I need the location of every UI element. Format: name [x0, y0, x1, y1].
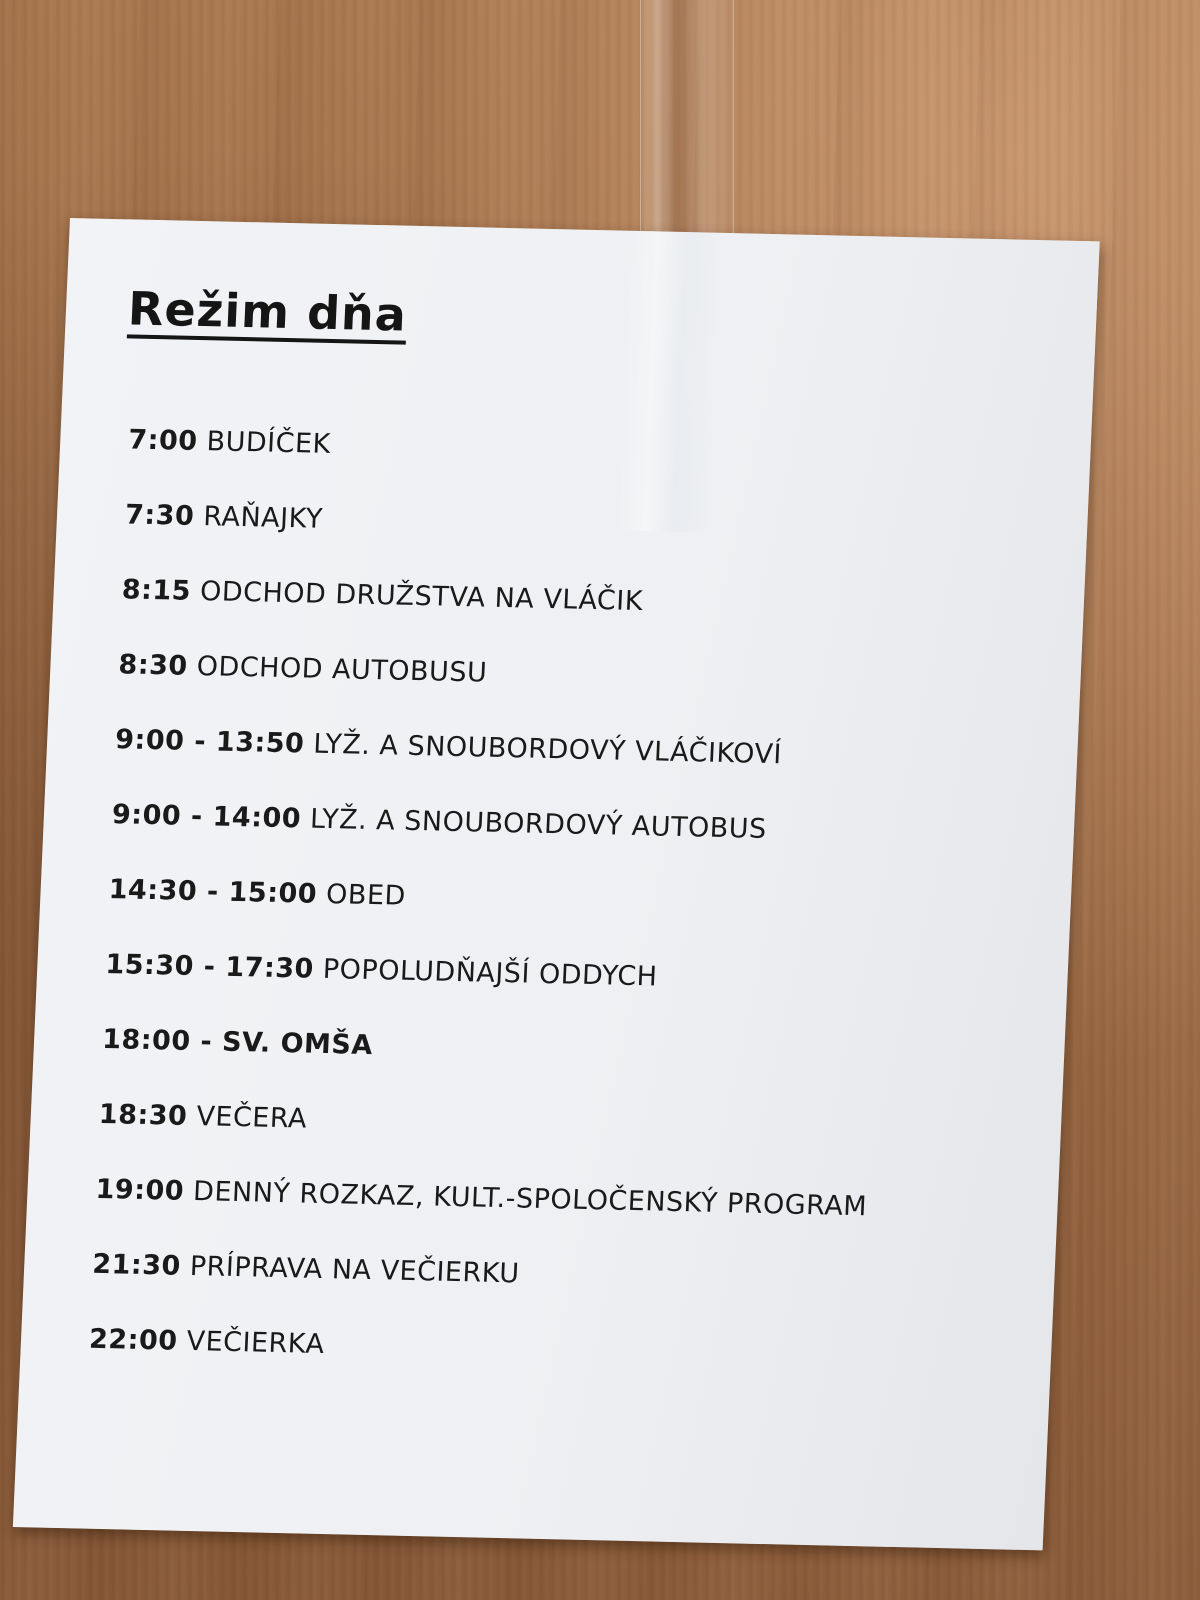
schedule-time: 9:00 - 14:00 [111, 799, 302, 835]
schedule-activity: BUDÍČEK [205, 426, 332, 460]
schedule-activity: OBED [325, 878, 407, 912]
schedule-time: 18:00 - SV. OMŠA [101, 1023, 374, 1062]
schedule-time: 21:30 [91, 1248, 182, 1282]
schedule-time: 9:00 - 13:50 [114, 724, 306, 760]
schedule-time: 7:00 [127, 424, 199, 457]
schedule-time: 8:15 [121, 574, 192, 607]
schedule-time: 7:30 [124, 499, 195, 532]
schedule-time: 19:00 [94, 1173, 185, 1207]
adhesive-tape [640, 0, 734, 235]
schedule-time: 14:30 - 15:00 [108, 874, 318, 910]
schedule-time: 8:30 [117, 649, 189, 682]
posted-paper-sheet: Režim dňa 7:00 BUDÍČEK 7:30 RAŇAJKY 8:15… [12, 218, 1100, 1551]
schedule-activity: PRÍPRAVA NA VEČIERKU [189, 1251, 521, 1290]
schedule-activity: POPOLUDŇAJŠÍ ODDYCH [322, 953, 659, 993]
schedule-title: Režim dňa [126, 281, 408, 345]
schedule-time: 15:30 - 17:30 [104, 949, 315, 985]
schedule-time: 18:30 [98, 1098, 189, 1132]
schedule-activity: VEČERA [195, 1101, 308, 1135]
schedule-activity: VEČIERKA [185, 1325, 326, 1361]
schedule-activity: RAŇAJKY [202, 501, 324, 535]
schedule-time: 22:00 [88, 1323, 179, 1357]
schedule-activity: ODCHOD AUTOBUSU [196, 651, 488, 689]
daily-schedule-list: 7:00 BUDÍČEK 7:30 RAŇAJKY 8:15 ODCHOD DR… [87, 424, 901, 1416]
